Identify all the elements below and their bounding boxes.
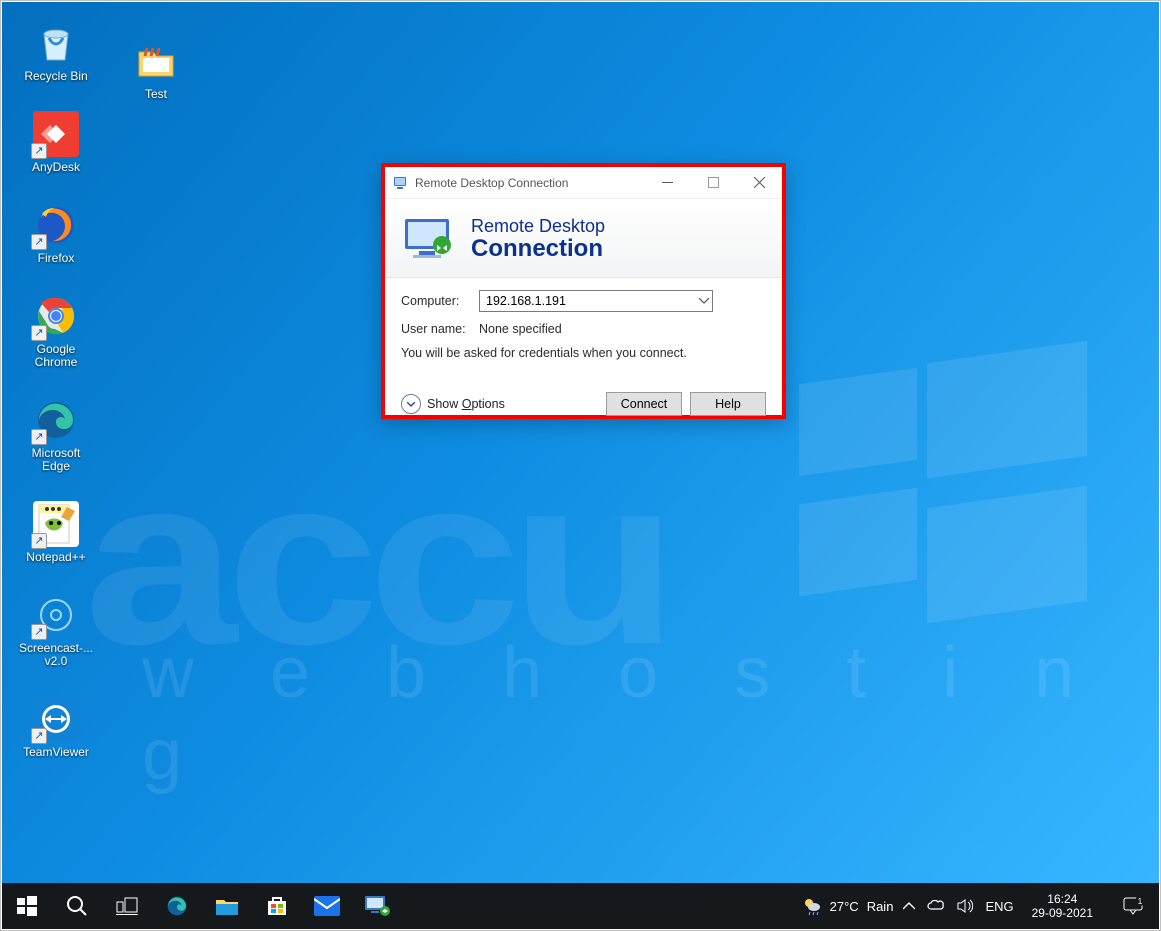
taskbar-date: 29-09-2021 — [1032, 906, 1093, 920]
desktop-icon-label: Notepad++ — [26, 551, 85, 564]
show-options-label: Show Options — [427, 397, 505, 411]
banner-line2: Connection — [471, 236, 605, 261]
action-center-button[interactable]: 1 — [1111, 883, 1155, 929]
desktop-icon-google-chrome[interactable]: ↗ Google Chrome — [16, 293, 96, 369]
watermark-webhosting: w e b h o s t i n g — [142, 632, 1159, 796]
desktop-icon-teamviewer[interactable]: ↗ TeamViewer — [16, 696, 96, 759]
shortcut-overlay-icon: ↗ — [31, 429, 47, 445]
shortcut-overlay-icon: ↗ — [31, 234, 47, 250]
desktop-icon-label: Test — [145, 88, 167, 101]
rdc-title-icon — [393, 175, 409, 191]
help-button[interactable]: Help — [690, 392, 766, 416]
taskbar-time: 16:24 — [1032, 892, 1093, 906]
shortcut-overlay-icon: ↗ — [31, 325, 47, 341]
task-view-icon — [116, 897, 138, 915]
edge-icon — [165, 894, 189, 918]
desktop-wallpaper[interactable]: accu w e b h o s t i n g Recycle Bin↗Any… — [2, 2, 1159, 883]
tray-chevron-up-icon[interactable] — [903, 902, 915, 910]
remote-desktop-dialog: Remote Desktop Connection — [381, 163, 786, 419]
desktop-icon-recycle-bin[interactable]: Recycle Bin — [16, 20, 96, 83]
recycle-bin-icon — [33, 20, 79, 66]
weather-widget[interactable]: 27°C Rain — [802, 896, 894, 916]
taskbar-file-explorer-button[interactable] — [202, 883, 252, 929]
minimize-button[interactable] — [644, 167, 690, 198]
desktop-icon-label: AnyDesk — [32, 161, 80, 174]
dialog-banner: Remote Desktop Connection — [385, 199, 782, 278]
taskbar-search-button[interactable] — [52, 883, 102, 929]
rdc-banner-icon — [399, 215, 459, 263]
taskbar-task-view-button[interactable] — [102, 883, 152, 929]
shortcut-overlay-icon: ↗ — [31, 624, 47, 640]
taskbar-edge-button[interactable] — [152, 883, 202, 929]
desktop-icon-label: TeamViewer — [23, 746, 89, 759]
volume-icon[interactable] — [957, 899, 973, 913]
dialog-hint: You will be asked for credentials when y… — [401, 346, 766, 360]
desktop-icon-label: Google Chrome — [16, 343, 96, 369]
shortcut-overlay-icon: ↗ — [31, 533, 47, 549]
shortcut-overlay-icon: ↗ — [31, 728, 47, 744]
taskbar-clock[interactable]: 16:24 29-09-2021 — [1024, 892, 1101, 920]
banner-line1: Remote Desktop — [471, 217, 605, 236]
desktop-icon-microsoft-edge[interactable]: ↗ Microsoft Edge — [16, 397, 96, 473]
taskbar-rdc-button[interactable] — [352, 883, 402, 929]
test-folder-icon — [133, 38, 179, 84]
weather-cond: Rain — [867, 899, 894, 914]
microsoft-edge-icon: ↗ — [33, 397, 79, 443]
desktop-icon-notepadpp[interactable]: ↗ Notepad++ — [16, 501, 96, 564]
desktop-icon-anydesk[interactable]: ↗ AnyDesk — [16, 111, 96, 174]
maximize-button[interactable] — [690, 167, 736, 198]
connect-button[interactable]: Connect — [606, 392, 682, 416]
file-explorer-icon — [215, 896, 239, 916]
ms-store-icon — [266, 895, 288, 917]
taskbar: 27°C Rain ENG 16:24 29-09-2021 — [2, 883, 1159, 929]
rdc-icon — [364, 895, 390, 917]
username-label: User name: — [401, 322, 469, 336]
computer-label: Computer: — [401, 294, 469, 308]
start-icon — [17, 896, 37, 916]
weather-icon — [802, 896, 822, 916]
desktop-icon-label: Screencast-... v2.0 — [16, 642, 96, 668]
google-chrome-icon: ↗ — [33, 293, 79, 339]
close-button[interactable] — [736, 167, 782, 198]
show-options-expander[interactable]: Show Options — [401, 394, 505, 414]
taskbar-start-button[interactable] — [2, 883, 52, 929]
taskbar-left — [2, 883, 402, 929]
username-value: None specified — [479, 322, 562, 336]
language-indicator[interactable]: ENG — [985, 899, 1013, 914]
desktop-icon-label: Microsoft Edge — [16, 447, 96, 473]
taskbar-mail-button[interactable] — [302, 883, 352, 929]
search-icon — [66, 895, 88, 917]
teamviewer-icon: ↗ — [33, 696, 79, 742]
windows-logo-wallpaper — [799, 352, 1089, 612]
computer-input[interactable] — [479, 290, 713, 312]
notepadpp-icon: ↗ — [33, 501, 79, 547]
firefox-icon: ↗ — [33, 202, 79, 248]
desktop-icons-col1: Recycle Bin ↗ AnyDesk ↗ Firefox ↗ Google Chrom… — [16, 20, 96, 759]
desktop-icon-screencast[interactable]: ↗ Screencast-... v2.0 — [16, 592, 96, 668]
desktop-icon-label: Firefox — [38, 252, 75, 265]
dialog-titlebar[interactable]: Remote Desktop Connection — [385, 167, 782, 199]
anydesk-icon: ↗ — [33, 111, 79, 157]
weather-temp: 27°C — [830, 899, 859, 914]
desktop-icon-test-folder[interactable]: Test — [116, 38, 196, 101]
svg-text:1: 1 — [1138, 897, 1143, 906]
shortcut-overlay-icon: ↗ — [31, 143, 47, 159]
dialog-title: Remote Desktop Connection — [415, 176, 568, 190]
onedrive-icon[interactable] — [927, 900, 945, 912]
expand-down-icon — [401, 394, 421, 414]
desktop-icon-firefox[interactable]: ↗ Firefox — [16, 202, 96, 265]
taskbar-ms-store-button[interactable] — [252, 883, 302, 929]
screencast-icon: ↗ — [33, 592, 79, 638]
mail-icon — [314, 896, 340, 916]
desktop-icon-label: Recycle Bin — [24, 70, 87, 83]
